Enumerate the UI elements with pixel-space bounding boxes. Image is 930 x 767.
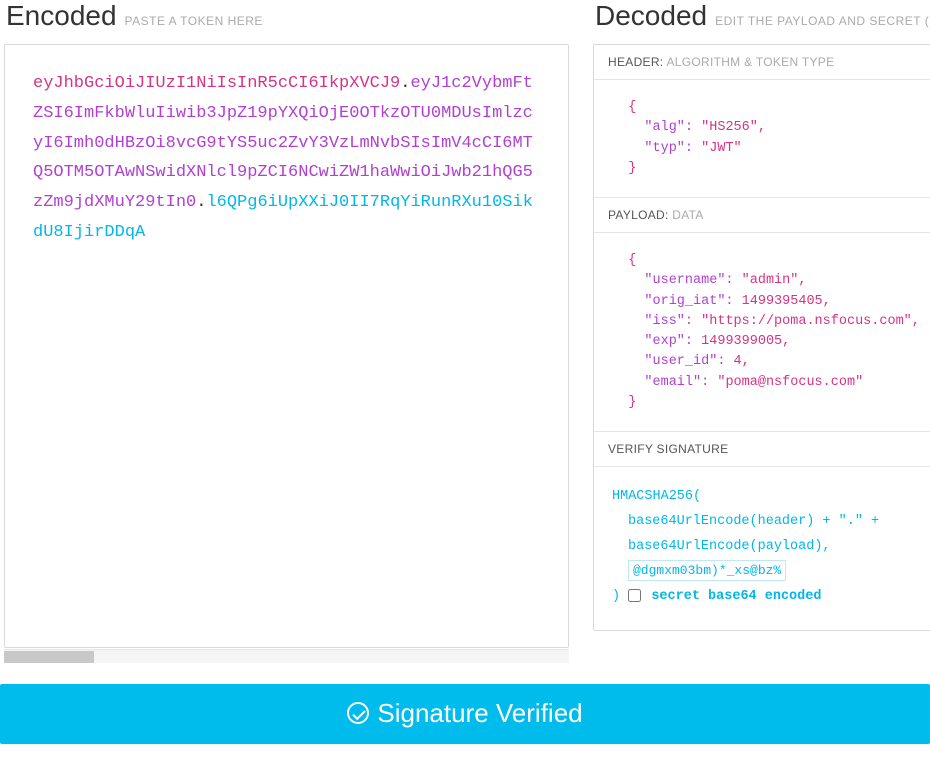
decoded-header: Decoded EDIT THE PAYLOAD AND SECRET ( [593,0,930,32]
decoded-title: Decoded [595,0,707,32]
token-dot: . [400,74,410,93]
decoded-subtitle: EDIT THE PAYLOAD AND SECRET ( [715,14,929,28]
signature-verified-banner: Signature Verified [0,684,930,744]
sig-func: HMACSHA256( [612,485,920,510]
token-part-header: eyJhbGciOiJIUzI1NiIsInR5cCI6IkpXVCJ9 [33,74,400,93]
header-json-body[interactable]: { "alg": "HS256", "typ": "JWT" } [594,80,930,198]
encoded-subtitle: PASTE A TOKEN HERE [125,14,263,28]
encoded-title: Encoded [6,0,117,32]
header-section-label: HEADER: ALGORITHM & TOKEN TYPE [594,45,930,80]
sig-line2: base64UrlEncode(payload), [612,535,920,560]
encoded-header: Encoded PASTE A TOKEN HERE [4,0,569,32]
secret-base64-checkbox[interactable] [628,589,641,602]
encoded-token-box[interactable]: eyJhbGciOiJIUzI1NiIsInR5cCI6IkpXVCJ9.eyJ… [4,44,569,648]
banner-text: Signature Verified [377,698,582,728]
secret-input[interactable] [628,560,786,581]
payload-section-label: PAYLOAD: DATA [594,198,930,233]
payload-json-body[interactable]: { "username": "admin", "orig_iat": 14993… [594,233,930,432]
decoded-box: HEADER: ALGORITHM & TOKEN TYPE { "alg": … [593,44,930,631]
signature-body[interactable]: HMACSHA256( base64UrlEncode(header) + ".… [594,467,930,630]
secret-base64-label: secret base64 encoded [651,589,821,604]
token-dot: . [196,193,206,212]
check-circle-icon [347,702,369,724]
encoded-token-content[interactable]: eyJhbGciOiJIUzI1NiIsInR5cCI6IkpXVCJ9.eyJ… [5,45,568,647]
signature-section-label: VERIFY SIGNATURE [594,432,930,467]
sig-close: ) [612,589,620,604]
token-part-payload: eyJ1c2VybmFtZSI6ImFkbWluIiwib3JpZ19pYXQi… [33,74,533,212]
sig-line1: base64UrlEncode(header) + "." + [612,510,920,535]
horizontal-scrollbar[interactable] [4,648,569,664]
